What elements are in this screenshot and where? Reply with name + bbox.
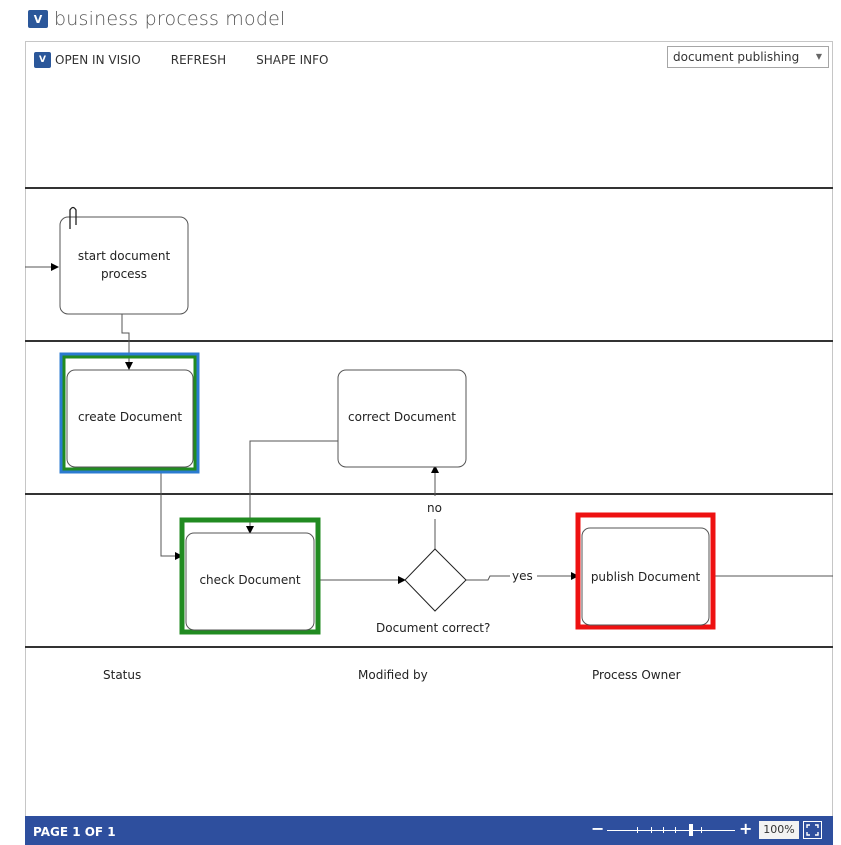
shape-start-text: start document process (77, 249, 171, 281)
shape-publish-text: publish Document (590, 570, 701, 584)
zoom-level[interactable]: 100% (759, 821, 799, 839)
zoom-tick (675, 827, 676, 833)
field-label-status: Status (103, 668, 142, 682)
connector-label-no: no (427, 501, 442, 515)
zoom-tick (663, 827, 664, 833)
status-bar: PAGE 1 OF 1 − + 100% (25, 816, 833, 845)
shape-check-text: check Document (199, 573, 301, 587)
connector-create-to-check (160, 472, 183, 560)
zoom-out-button[interactable]: − (591, 819, 604, 838)
fit-to-window-glyph (806, 824, 819, 836)
connector-label-yes: yes (512, 569, 533, 583)
field-label-process-owner: Process Owner (592, 668, 681, 682)
zoom-slider-thumb[interactable] (689, 824, 693, 836)
decision-label: Document correct? (376, 621, 491, 635)
page-indicator: PAGE 1 OF 1 (33, 825, 116, 839)
field-label-modified-by: Modified by (358, 668, 428, 682)
shape-create-text: create Document (77, 410, 183, 424)
zoom-tick (701, 827, 702, 833)
shape-decision[interactable] (404, 548, 467, 612)
zoom-slider-track[interactable] (607, 830, 735, 831)
zoom-tick (637, 827, 638, 833)
zoom-tick (651, 827, 652, 833)
connector-decision-yes (466, 575, 510, 581)
zoom-in-button[interactable]: + (739, 819, 752, 838)
fit-to-window-icon[interactable] (803, 821, 822, 839)
shape-correct-text: correct Document (348, 410, 456, 424)
